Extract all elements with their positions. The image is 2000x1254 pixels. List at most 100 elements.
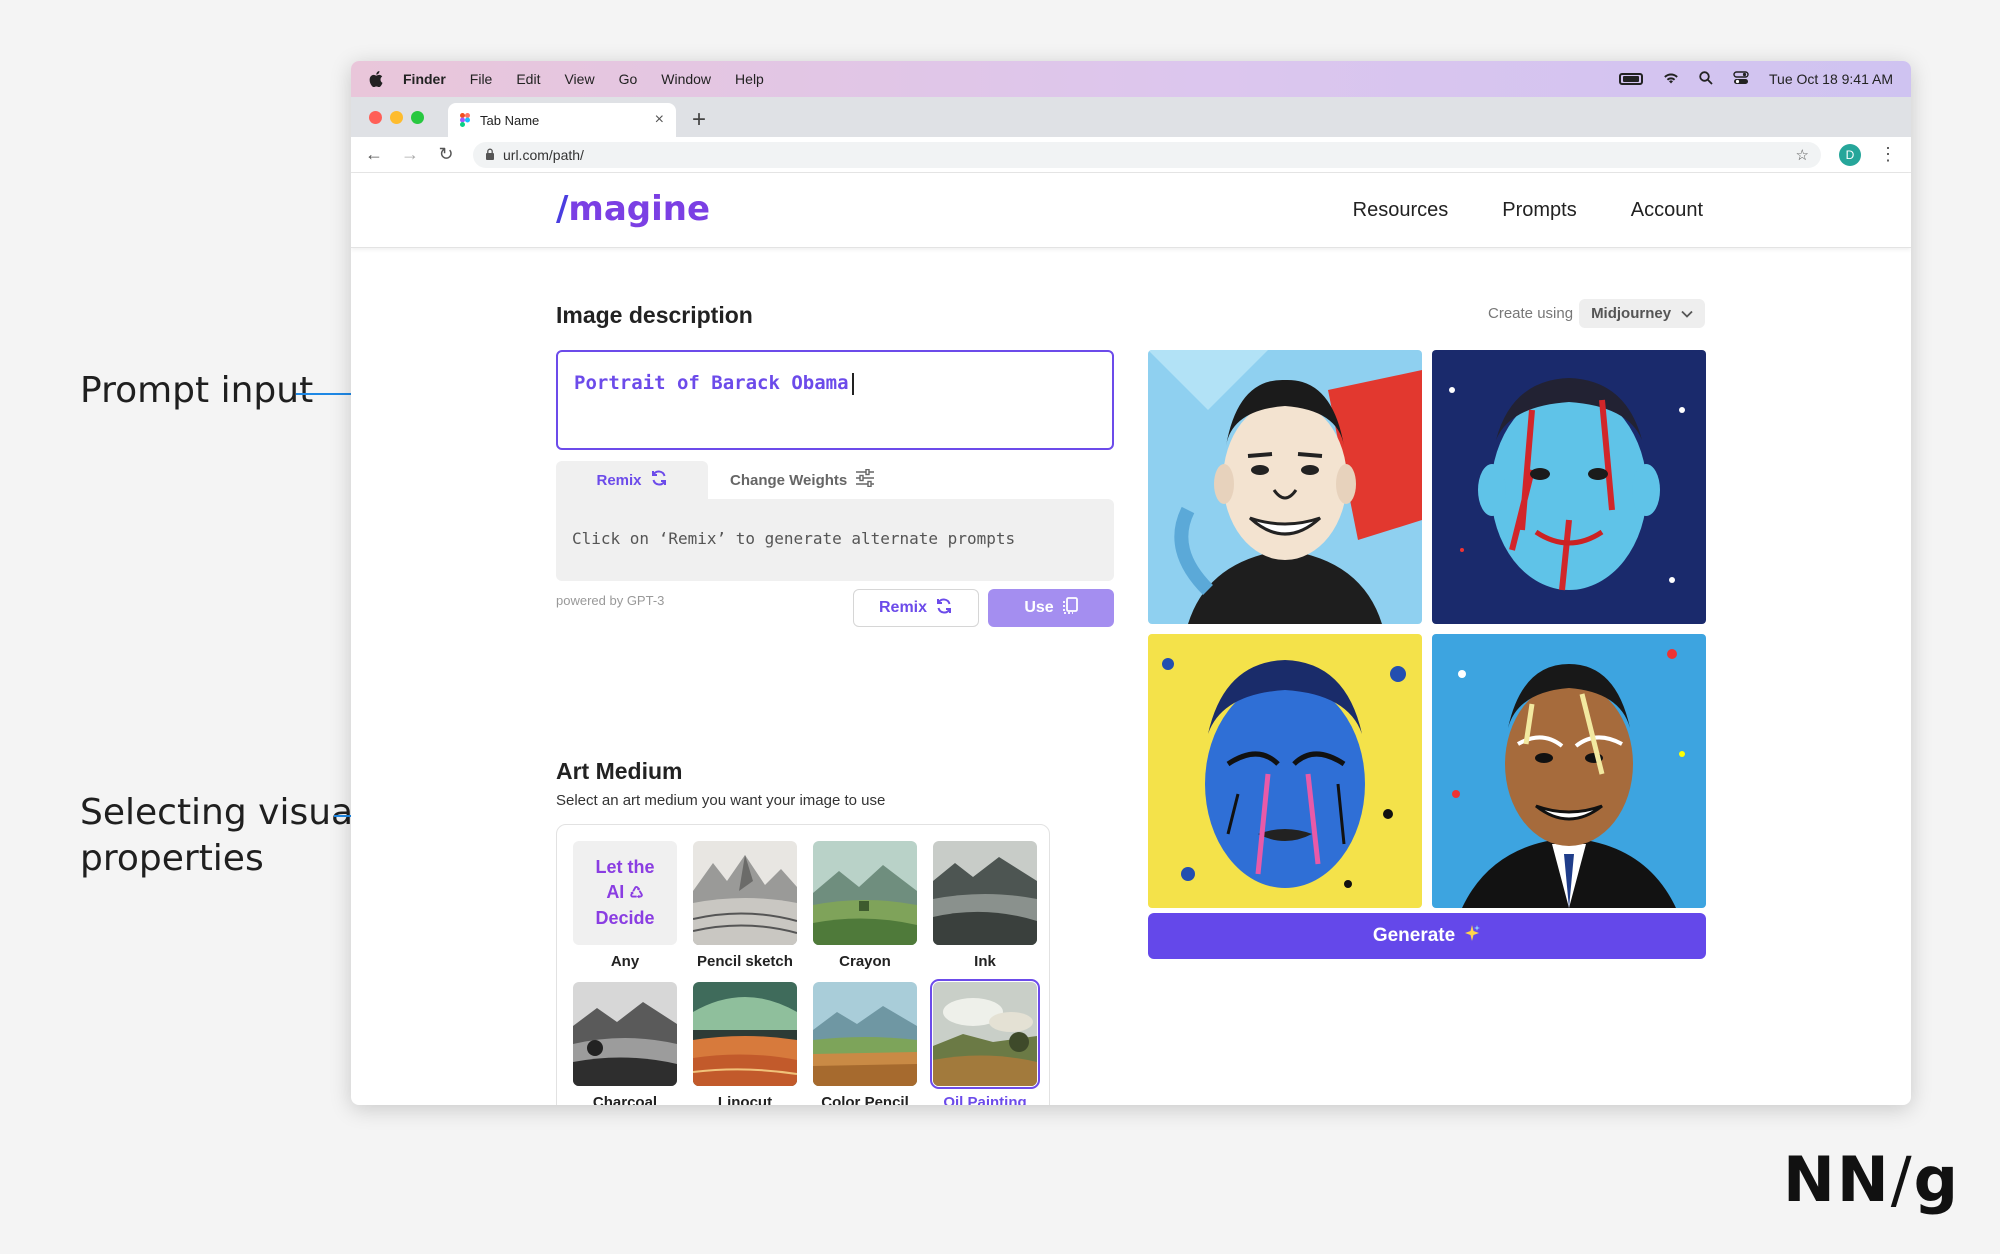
remix-button[interactable]: Remix [853,589,979,627]
medium-label: Color Pencil [821,1094,909,1105]
remix-hint-panel: Click on ‘Remix’ to generate alternate p… [556,499,1114,581]
medium-label: Linocut [717,1094,773,1105]
image-description-heading: Image description [556,302,753,328]
reload-icon[interactable]: ↻ [437,144,455,165]
art-medium-grid: Let the AI ♺ Decide Any Pencil sketch Cr… [556,824,1050,1105]
create-using: Create using Midjourney [1488,299,1706,328]
create-using-label: Create using [1488,305,1574,322]
sliders-icon [855,468,875,491]
url-field[interactable]: url.com/path/ ☆ [473,141,1821,168]
close-tab-icon[interactable]: × [655,111,664,129]
medium-option-any[interactable]: Let the AI ♺ Decide Any [573,841,677,970]
tab-title: Tab Name [480,112,540,128]
nng-left: NN [1782,1143,1891,1216]
generate-button[interactable]: Generate [1148,913,1706,959]
let-ai-decide-tile: Let the AI ♺ Decide [573,841,677,945]
medium-option-crayon[interactable]: Crayon [813,841,917,970]
menu-window[interactable]: Window [661,71,711,87]
generated-image-4[interactable] [1432,634,1706,908]
menu-go[interactable]: Go [619,71,638,87]
prompt-input[interactable]: Portrait of Barack Obama [556,350,1114,450]
linocut-thumbnail [693,982,797,1086]
medium-option-ink[interactable]: Ink [933,841,1037,970]
medium-label: Pencil sketch [697,953,793,970]
menu-edit[interactable]: Edit [516,71,540,87]
menu-file[interactable]: File [470,71,493,87]
nng-logo: NN/g [1783,1143,1960,1216]
browser-tab[interactable]: Tab Name × [448,103,676,137]
generate-button-label: Generate [1372,925,1456,946]
text-caret [851,372,854,395]
ink-thumbnail [933,841,1037,945]
powered-by-label: powered by GPT-3 [556,593,665,608]
logo-text: magine [568,189,711,229]
spotlight-search-icon[interactable] [1699,70,1713,88]
use-button[interactable]: Use [988,589,1114,627]
color-pencil-thumbnail [813,982,917,1086]
menubar-clock[interactable]: Tue Oct 18 9:41 AM [1769,71,1893,87]
charcoal-thumbnail [573,982,677,1086]
bookmark-star-icon[interactable]: ☆ [1796,146,1809,164]
forward-arrow-icon[interactable]: → [401,144,419,165]
back-arrow-icon[interactable]: ← [365,144,383,165]
tab-change-weights[interactable]: Change Weights [708,461,897,499]
medium-option-pencil-sketch[interactable]: Pencil sketch [693,841,797,970]
site-header: /magine Resources Prompts Account [351,173,1911,248]
remix-button-label: Remix [878,599,928,616]
menu-view[interactable]: View [564,71,594,87]
medium-label: Ink [974,953,996,970]
prompt-tools-tabs: Remix Change Weights [556,461,897,499]
browser-tabbar: Tab Name × + [351,97,1911,137]
refresh-icon [650,469,668,491]
medium-label-selected: Oil Painting [943,1094,1027,1105]
medium-option-charcoal[interactable]: Charcoal [573,982,677,1105]
generated-image-2[interactable] [1432,350,1706,624]
url-text: url.com/path/ [503,146,584,163]
model-select[interactable]: Midjourney [1579,299,1706,328]
art-medium-heading: Art Medium [556,758,683,784]
medium-label: Any [610,953,640,970]
sparkle-refresh-icon: ♺ [629,885,644,902]
annotation-selecting-visual: Selecting visual properties [80,790,363,882]
generated-images-grid [1148,350,1706,908]
nng-right: g [1913,1143,1960,1216]
generated-image-3[interactable] [1148,634,1422,908]
nav-prompts[interactable]: Prompts [1502,199,1576,222]
medium-option-color-pencil[interactable]: Color Pencil [813,982,917,1105]
annotation-prompt-input: Prompt input [80,370,314,411]
logo-slash: / [556,189,569,229]
nav-resources[interactable]: Resources [1353,199,1449,222]
nav-account[interactable]: Account [1631,199,1703,222]
generated-image-1[interactable] [1148,350,1422,624]
battery-icon[interactable] [1619,73,1643,85]
medium-label: Crayon [839,953,891,970]
annotation-line2: properties [80,838,264,879]
zoom-window-button[interactable] [411,110,424,124]
refresh-icon [935,597,953,620]
art-medium-subtitle: Select an art medium you want your image… [556,792,886,809]
tab-remix[interactable]: Remix [556,461,708,499]
apple-icon[interactable] [369,71,383,88]
site-logo[interactable]: /magine [556,189,710,229]
control-center-icon[interactable] [1733,70,1749,88]
menu-finder[interactable]: Finder [403,71,446,87]
close-window-button[interactable] [369,110,382,124]
wifi-icon[interactable] [1663,72,1679,87]
medium-option-oil-painting[interactable]: Oil Painting [930,979,1040,1105]
let-ai-line3: Decide [595,908,655,928]
profile-avatar[interactable]: D [1839,143,1861,166]
medium-option-linocut[interactable]: Linocut [693,982,797,1105]
tab-remix-label: Remix [596,471,642,489]
copy-icon [1062,596,1078,620]
oil-painting-thumbnail [930,979,1040,1089]
browser-menu-icon[interactable]: ⋮ [1879,144,1897,165]
medium-label: Charcoal [592,1094,658,1105]
minimize-window-button[interactable] [390,110,403,124]
tab-change-weights-label: Change Weights [730,471,848,489]
new-tab-icon[interactable]: + [692,103,706,137]
menu-help[interactable]: Help [735,71,764,87]
model-select-value: Midjourney [1591,305,1672,322]
chevron-down-icon [1681,305,1693,322]
browser-window: Finder File Edit View Go Window Help Tue… [351,61,1911,1105]
macos-menubar: Finder File Edit View Go Window Help Tue… [351,61,1911,97]
